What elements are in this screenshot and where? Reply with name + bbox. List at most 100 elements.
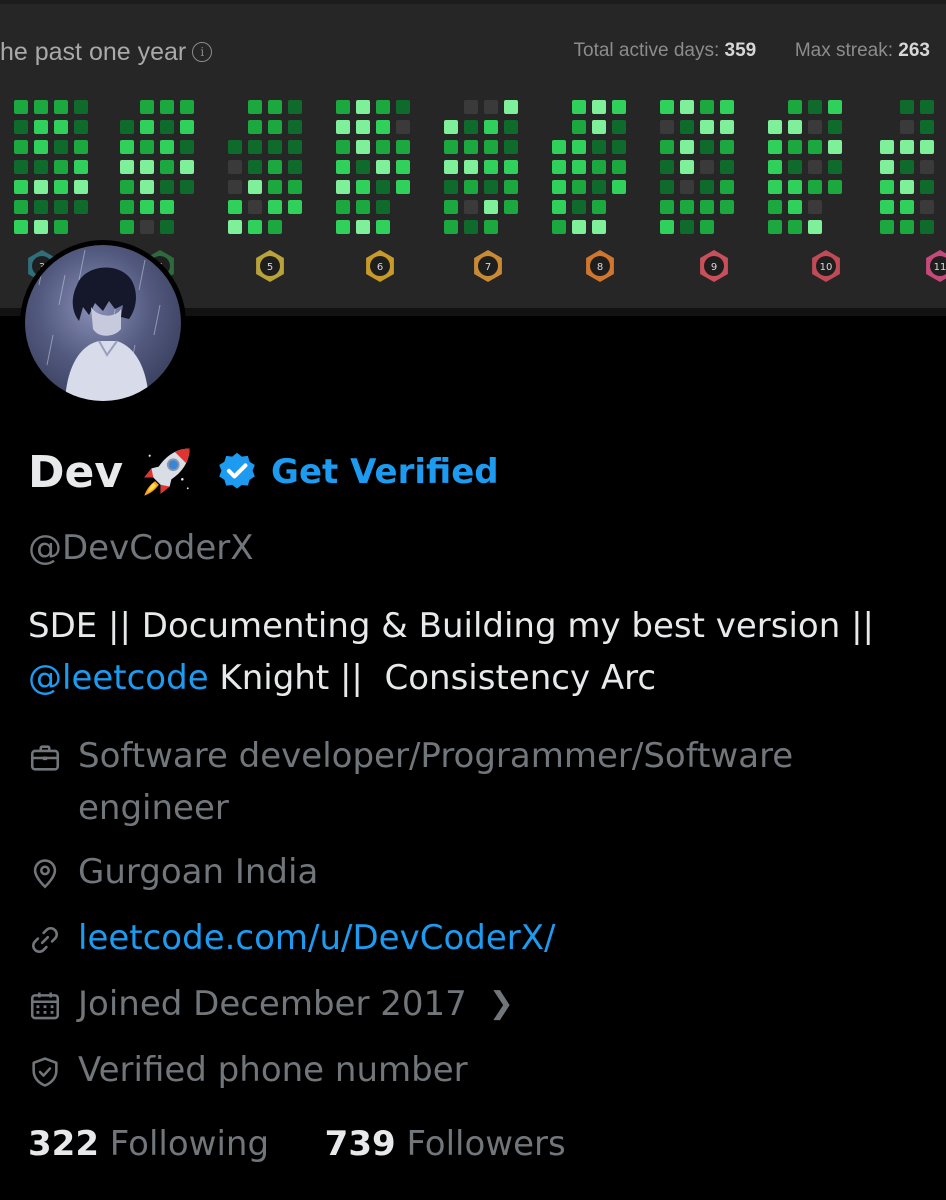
verified-badge-icon[interactable] [215,450,259,494]
heatmap-cell [268,120,282,134]
heatmap-cell [160,160,174,174]
heatmap-cell [14,160,28,174]
badge-label: 6 [377,262,383,273]
heatmap-cell [140,180,154,194]
heatmap-cell [120,120,134,134]
heatmap-cell [54,160,68,174]
heatmap-cell [444,180,458,194]
heatmap-cell [120,200,134,214]
heatmap-cell [34,140,48,154]
user-handle: @DevCoderX [28,528,254,568]
heatmap-cell [720,160,734,174]
link-icon [32,927,58,953]
joined-row[interactable]: Joined December 2017 ❯ [28,978,514,1030]
heatmap-cell [900,220,914,234]
heatmap-cell [396,220,410,234]
get-verified-link[interactable]: Get Verified [271,452,499,492]
heatmap-cell [572,120,586,134]
heatmap-cell [880,220,894,234]
activity-heatmap [14,100,934,234]
heatmap-cell [180,180,194,194]
heatmap-cell [396,100,410,114]
heatmap-cell [14,120,28,134]
heatmap-cell [700,100,714,114]
banner-top-edge [0,0,946,4]
heatmap-cell [808,120,822,134]
briefcase-icon [30,745,60,771]
heatmap-cell [74,100,88,114]
heatmap-cell [808,160,822,174]
heatmap-cell [768,220,782,234]
stat-max-streak-label: Max streak: [794,40,894,61]
heatmap-cell [660,120,674,134]
heatmap-cell [376,160,390,174]
heatmap-cell [376,100,390,114]
heatmap-cell [396,200,410,214]
heatmap-cell [880,120,894,134]
heatmap-cell [720,220,734,234]
avatar[interactable] [20,240,186,406]
heatmap-cell [160,220,174,234]
heatmap-cell [74,180,88,194]
heatmap-cell [828,120,842,134]
heatmap-cell [34,160,48,174]
heatmap-cell [828,160,842,174]
chevron-right-icon: ❯ [488,986,514,1021]
heatmap-cell [160,200,174,214]
heatmap-cell [808,100,822,114]
heatmap-cell [356,180,370,194]
bio-line-1: SDE || Documenting & Building my best ve… [28,606,874,646]
bio-line-2-text: Knight || Consistency Arc [208,658,657,698]
heatmap-cell [592,120,606,134]
location-pin-icon [33,859,57,889]
heatmap-cell [900,200,914,214]
heatmap-cell [288,180,302,194]
heatmap-cell [828,200,842,214]
stat-active-days-value: 359 [724,40,757,61]
followers-link[interactable]: 739 Followers [325,1124,566,1164]
heatmap-cell [336,220,350,234]
heatmap-cell [808,200,822,214]
heatmap-cell [592,160,606,174]
heatmap-cell [768,180,782,194]
heatmap-cell [288,200,302,214]
badge-label: 5 [267,262,273,273]
heatmap-cell [900,180,914,194]
heatmap-cell [74,200,88,214]
heatmap-cell [356,200,370,214]
heatmap-cell [680,220,694,234]
heatmap-cell [768,160,782,174]
bio-mention-link[interactable]: @leetcode [28,658,209,698]
heatmap-cell [828,220,842,234]
following-link[interactable]: 322 Following [28,1124,280,1164]
heatmap-cell [464,100,478,114]
stat-max-streak-value: 263 [898,40,930,61]
heatmap-cell [504,100,518,114]
heatmap-cell [768,120,782,134]
following-count: 322 [28,1124,99,1164]
heatmap-cell [288,220,302,234]
badge-label: 11 [934,262,946,273]
heatmap-cell [120,180,134,194]
website-link[interactable]: leetcode.com/u/DevCoderX/ [78,912,555,964]
heatmap-cell [228,220,242,234]
heatmap-cell [34,120,48,134]
heatmap-cell [768,100,782,114]
heatmap-cell [268,160,282,174]
heatmap-cell [720,200,734,214]
heatmap-cell [592,180,606,194]
heatmap-cell [720,100,734,114]
heatmap-cell [396,120,410,134]
stat-active-days-label: Total active days: [573,40,720,61]
heatmap-cell [34,200,48,214]
heatmap-cell [268,140,282,154]
heatmap-cell [612,220,626,234]
heatmap-cell [248,100,262,114]
heatmap-cell [160,120,174,134]
heatmap-cell [660,100,674,114]
heatmap-cell [396,140,410,154]
heatmap-cell [808,220,822,234]
heatmap-cell [920,180,934,194]
verified-phone-text: Verified phone number [78,1050,468,1090]
heatmap-cell [552,180,566,194]
